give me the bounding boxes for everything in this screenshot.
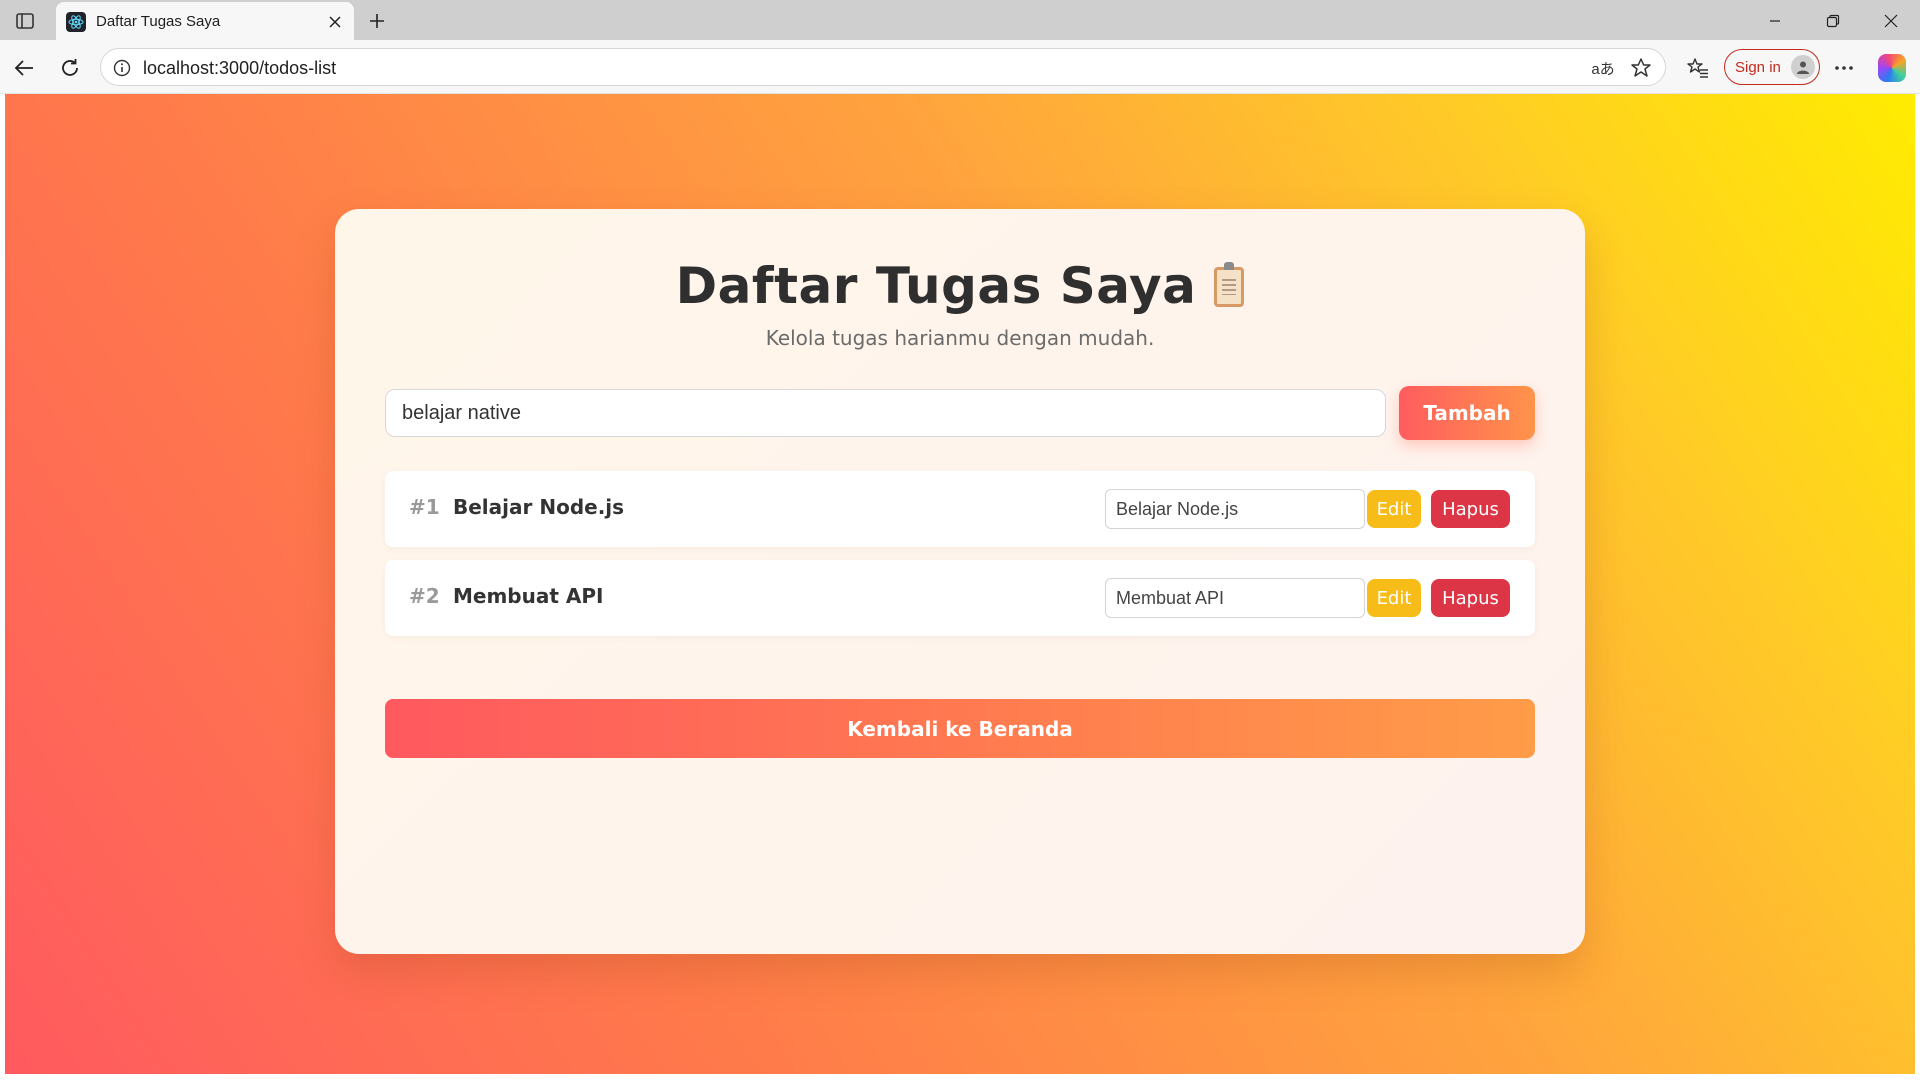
profile-avatar-icon bbox=[1791, 55, 1815, 79]
task-edit-input[interactable] bbox=[1105, 578, 1365, 618]
edit-button[interactable]: Edit bbox=[1367, 579, 1421, 617]
back-icon[interactable] bbox=[8, 52, 40, 84]
task-number: #1 bbox=[409, 495, 440, 519]
favorite-star-icon[interactable] bbox=[1629, 56, 1653, 80]
task-item: #1 Belajar Node.js Edit Hapus bbox=[385, 471, 1535, 547]
tab-title: Daftar Tugas Saya bbox=[96, 13, 221, 30]
read-aloud-icon[interactable]: aあ bbox=[1591, 56, 1615, 80]
delete-button[interactable]: Hapus bbox=[1431, 490, 1510, 528]
page-title-text: Daftar Tugas Saya bbox=[675, 257, 1197, 315]
page-subtitle: Kelola tugas harianmu dengan mudah. bbox=[765, 326, 1155, 350]
task-item: #2 Membuat API Edit Hapus bbox=[385, 560, 1535, 636]
site-info-icon[interactable] bbox=[111, 57, 133, 79]
sidebar-toggle-icon[interactable] bbox=[10, 8, 40, 34]
browser-toolbar: localhost:3000/todos-list aあ Sign in bbox=[0, 40, 1920, 94]
close-tab-icon[interactable] bbox=[324, 11, 346, 33]
refresh-icon[interactable] bbox=[54, 52, 86, 84]
add-task-button[interactable]: Tambah bbox=[1399, 386, 1535, 440]
task-edit-input[interactable] bbox=[1105, 489, 1365, 529]
task-text: Membuat API bbox=[453, 584, 604, 608]
task-text: Belajar Node.js bbox=[453, 495, 625, 519]
favorites-icon[interactable] bbox=[1682, 52, 1714, 84]
url-text: localhost:3000/todos-list bbox=[143, 58, 337, 78]
more-menu-icon[interactable] bbox=[1828, 52, 1860, 84]
address-bar[interactable]: localhost:3000/todos-list aあ bbox=[100, 48, 1666, 86]
task-list: #1 Belajar Node.js Edit Hapus #2 Membuat… bbox=[385, 471, 1535, 649]
read-aloud-label: aあ bbox=[1591, 60, 1615, 78]
new-tab-icon[interactable] bbox=[364, 8, 390, 34]
new-task-input[interactable] bbox=[385, 389, 1386, 437]
todo-card: Daftar Tugas Saya Kelola tugas harianmu … bbox=[335, 209, 1585, 954]
task-number: #2 bbox=[409, 584, 440, 608]
close-window-icon[interactable] bbox=[1868, 6, 1914, 36]
browser-tab-bar: Daftar Tugas Saya bbox=[0, 0, 1920, 40]
restore-icon[interactable] bbox=[1810, 6, 1856, 36]
browser-tab[interactable]: Daftar Tugas Saya bbox=[56, 2, 354, 40]
page-title: Daftar Tugas Saya bbox=[335, 257, 1585, 315]
page-viewport: Daftar Tugas Saya Kelola tugas harianmu … bbox=[5, 94, 1915, 1074]
react-favicon-icon bbox=[66, 12, 86, 32]
signin-button[interactable]: Sign in bbox=[1724, 49, 1820, 85]
clipboard-icon bbox=[1214, 262, 1245, 307]
signin-label: Sign in bbox=[1735, 58, 1781, 76]
back-to-home-button[interactable]: Kembali ke Beranda bbox=[385, 699, 1535, 758]
delete-button[interactable]: Hapus bbox=[1431, 579, 1510, 617]
copilot-icon[interactable] bbox=[1878, 54, 1906, 82]
edit-button[interactable]: Edit bbox=[1367, 490, 1421, 528]
minimize-icon[interactable] bbox=[1752, 6, 1798, 36]
